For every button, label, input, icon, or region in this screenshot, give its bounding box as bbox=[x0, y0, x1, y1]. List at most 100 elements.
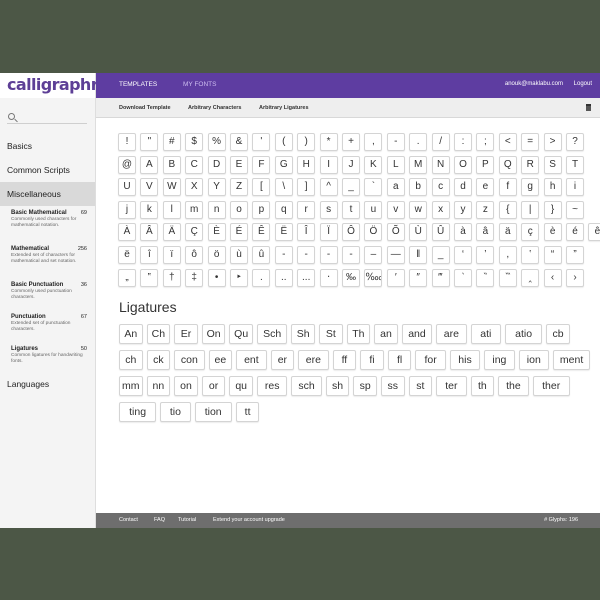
ligature-cell[interactable]: ss bbox=[381, 376, 405, 396]
glyph-cell[interactable]: û bbox=[252, 246, 271, 264]
glyph-cell[interactable]: „ bbox=[118, 268, 136, 287]
ligature-cell[interactable]: sh bbox=[325, 376, 350, 396]
glyph-cell[interactable]: j bbox=[118, 200, 136, 219]
glyph-cell[interactable]: † bbox=[162, 268, 181, 287]
ligature-cell[interactable]: res bbox=[257, 376, 288, 396]
glyph-cell[interactable]: - bbox=[386, 133, 405, 151]
glyph-cell[interactable]: | bbox=[521, 200, 540, 219]
glyph-cell[interactable]: ` bbox=[364, 178, 383, 197]
ligature-cell[interactable]: or bbox=[201, 376, 226, 396]
glyph-cell[interactable]: / bbox=[431, 133, 450, 151]
glyph-cell[interactable]: à bbox=[454, 223, 472, 242]
ligature-cell[interactable]: er bbox=[270, 350, 295, 370]
glyph-cell[interactable]: b bbox=[409, 178, 428, 197]
ligature-cell[interactable]: and bbox=[401, 324, 433, 344]
glyph-cell[interactable]: ' bbox=[252, 133, 271, 151]
glyph-cell[interactable]: ‶ bbox=[476, 268, 495, 287]
glyph-cell[interactable]: V bbox=[140, 178, 159, 197]
download-template-button[interactable]: Download Template bbox=[119, 105, 171, 111]
glyph-cell[interactable]: Z bbox=[230, 178, 248, 197]
glyph-cell[interactable]: l bbox=[162, 200, 181, 219]
ligature-cell[interactable]: Ch bbox=[146, 324, 171, 344]
ligature-cell[interactable]: ee bbox=[208, 350, 233, 370]
glyph-cell[interactable]: è bbox=[543, 223, 562, 242]
footer-extend-link[interactable]: Extend your account upgrade bbox=[213, 517, 285, 523]
glyph-cell[interactable]: _ bbox=[431, 246, 450, 264]
glyph-cell[interactable]: D bbox=[207, 155, 226, 174]
ligature-cell[interactable]: an bbox=[374, 324, 398, 344]
glyph-cell[interactable]: ? bbox=[566, 133, 584, 151]
glyph-cell[interactable]: { bbox=[498, 200, 517, 219]
glyph-cell[interactable]: i bbox=[566, 178, 584, 197]
glyph-cell[interactable]: < bbox=[498, 133, 517, 151]
arbitrary-characters-button[interactable]: Arbitrary Characters bbox=[188, 105, 242, 111]
glyph-cell[interactable]: ″ bbox=[409, 268, 428, 287]
glyph-cell[interactable]: M bbox=[409, 155, 428, 174]
glyph-cell[interactable]: d bbox=[454, 178, 472, 197]
glyph-cell[interactable]: ) bbox=[297, 133, 316, 151]
glyph-cell[interactable]: ê bbox=[588, 223, 600, 242]
glyph-cell[interactable]: ù bbox=[230, 246, 248, 264]
ligature-cell[interactable]: ck bbox=[146, 350, 171, 370]
user-email[interactable]: anouk@maklabu.com bbox=[505, 81, 563, 87]
tab-my-fonts[interactable]: MY FONTS bbox=[183, 81, 216, 88]
glyph-cell[interactable]: N bbox=[431, 155, 450, 174]
ligature-cell[interactable]: ing bbox=[484, 350, 515, 370]
glyph-cell[interactable]: ′ bbox=[386, 268, 405, 287]
ligature-cell[interactable]: his bbox=[449, 350, 481, 370]
subcategory-basic-mathematical[interactable]: Basic Mathematical 69 Commonly used char… bbox=[0, 206, 95, 242]
footer-faq-link[interactable]: FAQ bbox=[154, 517, 165, 523]
ligature-cell[interactable]: ere bbox=[298, 350, 329, 370]
glyph-cell[interactable]: ‘ bbox=[454, 246, 472, 264]
glyph-cell[interactable]: o bbox=[230, 200, 248, 219]
glyph-cell[interactable]: x bbox=[431, 200, 450, 219]
glyph-cell[interactable]: ] bbox=[297, 178, 316, 197]
glyph-cell[interactable]: Õ bbox=[386, 223, 405, 242]
glyph-cell[interactable]: A bbox=[140, 155, 159, 174]
glyph-cell[interactable]: X bbox=[185, 178, 204, 197]
glyph-cell[interactable]: K bbox=[364, 155, 383, 174]
glyph-cell[interactable]: E bbox=[230, 155, 248, 174]
glyph-cell[interactable]: S bbox=[543, 155, 562, 174]
glyph-cell[interactable]: r bbox=[297, 200, 316, 219]
glyph-cell[interactable]: ‰ bbox=[342, 268, 360, 287]
glyph-cell[interactable]: v bbox=[386, 200, 405, 219]
logo[interactable]: calligraphr bbox=[7, 75, 99, 95]
glyph-cell[interactable]: $ bbox=[185, 133, 204, 151]
ligature-cell[interactable]: st bbox=[408, 376, 433, 396]
logout-link[interactable]: Logout bbox=[574, 81, 592, 87]
category-languages[interactable]: Languages bbox=[0, 372, 95, 396]
glyph-cell[interactable]: q bbox=[274, 200, 293, 219]
glyph-cell[interactable]: Ë bbox=[274, 223, 293, 242]
glyph-cell[interactable]: ‣ bbox=[230, 268, 248, 287]
glyph-cell[interactable]: e bbox=[476, 178, 495, 197]
ligature-cell[interactable]: ting bbox=[119, 402, 157, 422]
glyph-cell[interactable]: ‸ bbox=[521, 268, 540, 287]
glyph-cell[interactable]: ’ bbox=[476, 246, 495, 264]
glyph-cell[interactable]: + bbox=[342, 133, 360, 151]
glyph-cell[interactable]: “ bbox=[543, 246, 562, 264]
ligature-cell[interactable]: Sh bbox=[291, 324, 315, 344]
glyph-cell[interactable]: é bbox=[566, 223, 584, 242]
glyph-cell[interactable]: ! bbox=[118, 133, 136, 151]
glyph-cell[interactable]: w bbox=[409, 200, 428, 219]
glyph-cell[interactable]: Y bbox=[207, 178, 226, 197]
glyph-cell[interactable]: " bbox=[140, 133, 159, 151]
glyph-cell[interactable]: ‟ bbox=[140, 268, 159, 287]
glyph-cell[interactable]: ‵ bbox=[454, 268, 472, 287]
glyph-cell[interactable]: ë bbox=[118, 246, 136, 264]
ligature-cell[interactable]: tion bbox=[194, 402, 232, 422]
glyph-cell[interactable]: Ï bbox=[319, 223, 338, 242]
category-basics[interactable]: Basics bbox=[0, 134, 95, 158]
ligature-cell[interactable]: cb bbox=[546, 324, 570, 344]
ligature-cell[interactable]: ch bbox=[119, 350, 143, 370]
glyph-cell[interactable]: Â bbox=[140, 223, 159, 242]
glyph-cell[interactable]: .. bbox=[274, 268, 293, 287]
glyph-cell[interactable]: u bbox=[364, 200, 383, 219]
glyph-cell[interactable]: U bbox=[118, 178, 136, 197]
glyph-cell[interactable]: z bbox=[476, 200, 495, 219]
ligature-cell[interactable]: St bbox=[319, 324, 343, 344]
glyph-cell[interactable]: W bbox=[162, 178, 181, 197]
glyph-cell[interactable]: – bbox=[364, 246, 383, 264]
tab-templates[interactable]: TEMPLATES bbox=[119, 81, 157, 88]
